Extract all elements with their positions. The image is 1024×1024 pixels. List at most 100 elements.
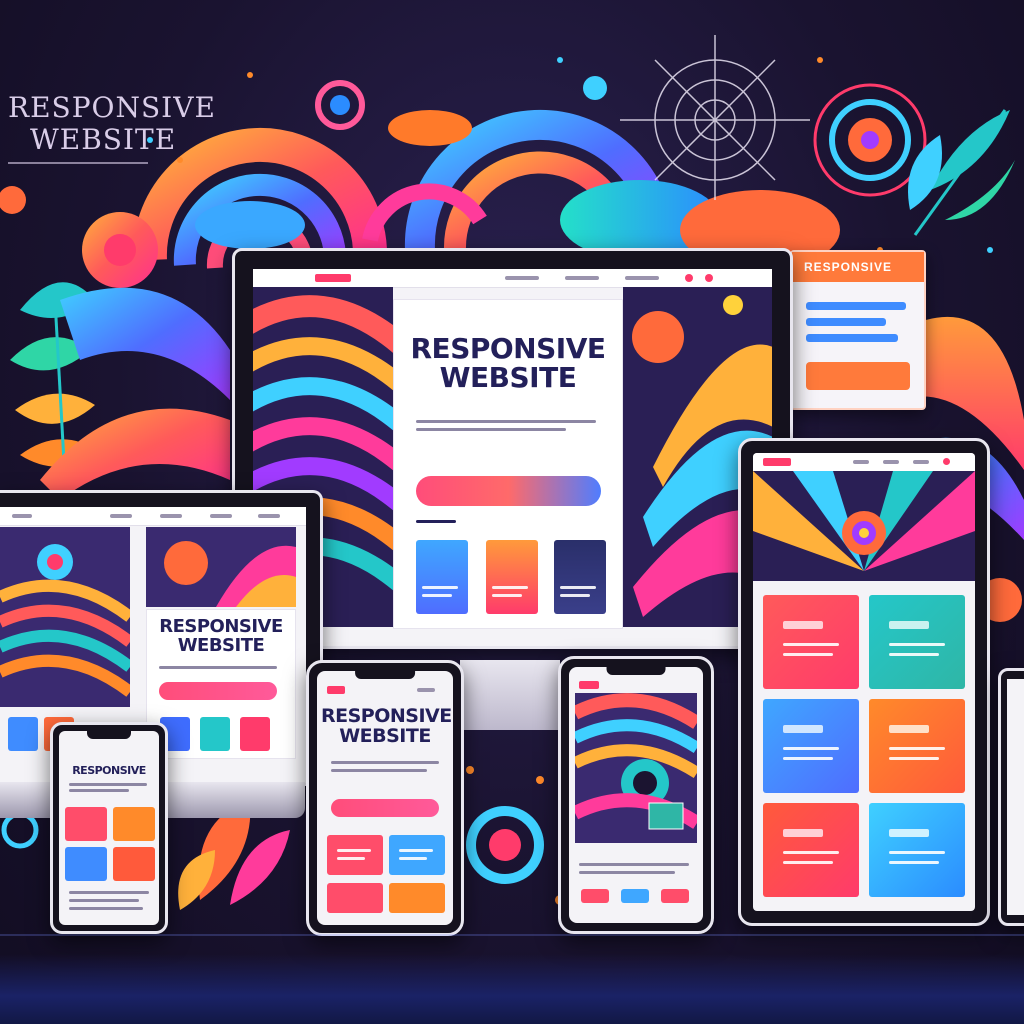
partial-phone [998, 668, 1024, 926]
text-line [331, 761, 439, 764]
feature-tile[interactable] [486, 540, 538, 614]
phone-center-hero-title: RESPONSIVE WEBSITE [321, 705, 452, 747]
site-logo[interactable] [327, 686, 345, 694]
tablet-hero-art [753, 471, 975, 581]
monitor-navbar [253, 269, 772, 288]
site-logo[interactable] [579, 681, 599, 689]
nav-link[interactable] [160, 514, 182, 518]
feature-tile[interactable] [869, 699, 965, 793]
feature-tile[interactable] [416, 540, 468, 614]
popup-card: RESPONSIVE [790, 250, 926, 410]
feature-tile[interactable] [65, 847, 107, 881]
text-line [69, 789, 129, 792]
site-logo[interactable] [763, 458, 791, 466]
phone-navbar [317, 681, 453, 699]
feature-tile[interactable] [113, 847, 155, 881]
popup-card-button[interactable] [806, 362, 910, 390]
laptop-hero-title: RESPONSIVE WEBSITE [147, 617, 295, 656]
nav-link[interactable] [258, 514, 280, 518]
monitor-hero-card: RESPONSIVE WEBSITE [393, 299, 623, 629]
nav-link[interactable] [883, 460, 899, 464]
nav-link[interactable] [12, 514, 32, 518]
feature-tile[interactable] [389, 835, 445, 875]
feature-tile[interactable] [869, 803, 965, 897]
text-line [69, 783, 147, 786]
feature-tile[interactable] [327, 883, 383, 913]
nav-link[interactable] [210, 514, 232, 518]
phone-art-image [575, 693, 697, 843]
corner-heading-rule [8, 162, 148, 165]
hero-cta-button[interactable] [331, 799, 439, 817]
text-line [579, 871, 675, 874]
site-logo[interactable] [315, 274, 351, 282]
phone-small-hero-title: RESPONSIVE [72, 764, 146, 777]
text-line [331, 769, 427, 772]
hero-title-line2: WEBSITE [339, 724, 431, 747]
corner-heading-line1: RESPONSIVE [8, 91, 216, 124]
feature-tile[interactable] [8, 717, 38, 751]
text-line [69, 899, 139, 902]
feature-tile[interactable] [621, 889, 649, 903]
popup-card-bar [806, 318, 886, 326]
phone-art-screen [569, 667, 703, 923]
feature-tile[interactable] [581, 889, 609, 903]
feature-tile[interactable] [65, 807, 107, 841]
phone-small: RESPONSIVE [50, 722, 168, 934]
ground-line [0, 934, 1024, 936]
feature-tile[interactable] [763, 803, 859, 897]
nav-link[interactable] [913, 460, 929, 464]
feature-tile[interactable] [327, 835, 383, 875]
nav-link[interactable] [565, 276, 599, 280]
nav-link[interactable] [110, 514, 132, 518]
laptop-art-right [146, 527, 296, 607]
tablet-navbar [753, 453, 975, 472]
nav-dot[interactable] [943, 458, 950, 465]
tablet [738, 438, 990, 926]
artwork-stage: RESPONSIVE WEBSITE RESPONSIVE RESPONSIVE… [0, 0, 1024, 1024]
nav-link[interactable] [625, 276, 659, 280]
feature-tile[interactable] [389, 883, 445, 913]
feature-tile[interactable] [869, 595, 965, 689]
nav-dot[interactable] [705, 274, 713, 282]
popup-card-bar [806, 302, 906, 310]
phone-center: RESPONSIVE WEBSITE [306, 660, 464, 936]
feature-tile[interactable] [763, 699, 859, 793]
nav-dot[interactable] [685, 274, 693, 282]
menu-icon[interactable] [417, 688, 435, 692]
text-line [416, 420, 596, 423]
corner-heading-line2: WEBSITE [30, 123, 177, 157]
feature-tile[interactable] [763, 595, 859, 689]
hero-title-line1: RESPONSIVE [410, 332, 607, 365]
feature-tile[interactable] [200, 717, 230, 751]
ground-glow [0, 954, 1024, 1024]
phone-art [558, 656, 714, 934]
text-line [69, 907, 143, 910]
phone-center-screen: RESPONSIVE WEBSITE [317, 671, 453, 925]
feature-tile[interactable] [661, 889, 689, 903]
phone-small-screen: RESPONSIVE [59, 731, 159, 925]
partial-phone-screen [1007, 679, 1024, 915]
hero-cta-button[interactable] [416, 476, 601, 506]
hero-title-line2: WEBSITE [177, 634, 265, 656]
text-line [416, 520, 456, 523]
monitor-stand [460, 660, 560, 730]
nav-link[interactable] [505, 276, 539, 280]
feature-tile[interactable] [240, 717, 270, 751]
popup-card-label: RESPONSIVE [804, 260, 893, 274]
text-line [159, 666, 277, 669]
hero-title-line1: RESPONSIVE [321, 705, 452, 727]
corner-heading: RESPONSIVE WEBSITE [8, 91, 216, 165]
hero-cta-button[interactable] [159, 682, 277, 700]
hero-title-line2: WEBSITE [439, 361, 577, 395]
phone-notch [606, 667, 666, 675]
feature-tile[interactable] [554, 540, 606, 614]
text-line [579, 863, 689, 866]
phone-notch [355, 671, 415, 679]
monitor-hero-title: RESPONSIVE WEBSITE [394, 334, 622, 393]
feature-tile[interactable] [113, 807, 155, 841]
laptop-navbar [0, 507, 306, 526]
nav-link[interactable] [853, 460, 869, 464]
text-line [69, 891, 149, 894]
laptop-art-left [0, 527, 130, 707]
tablet-screen [753, 453, 975, 911]
